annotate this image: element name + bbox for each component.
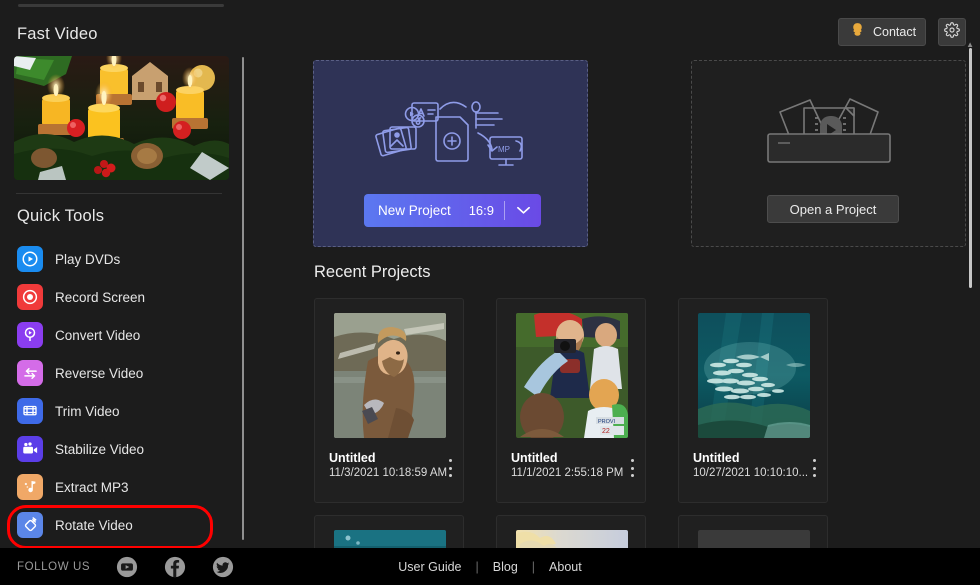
more-vertical-icon[interactable]: [812, 459, 816, 477]
sidebar-item-label: Stabilize Video: [55, 441, 145, 457]
new-project-button-label: New Project: [378, 203, 451, 218]
trim-video-icon: [17, 398, 43, 424]
fast-video-title: Fast Video: [17, 25, 98, 43]
svg-text:PROVI: PROVI: [598, 419, 616, 425]
sidebar-item-extract-mp3[interactable]: Extract MP3: [0, 468, 238, 506]
extract-mp3-icon: [17, 474, 43, 500]
convert-video-icon: [17, 322, 43, 348]
footer-links: User Guide | Blog | About: [0, 560, 980, 574]
main-scrollbar[interactable]: [969, 48, 972, 288]
stabilize-video-icon: [17, 436, 43, 462]
project-card[interactable]: Untitled 11/3/2021 10:18:59 AM: [314, 298, 464, 503]
svg-text:MP: MP: [498, 145, 510, 154]
project-name: Untitled: [511, 451, 558, 465]
chevron-down-icon[interactable]: [505, 206, 541, 215]
sidebar-item-label: Convert Video: [55, 327, 141, 343]
project-name: Untitled: [329, 451, 376, 465]
project-name: Untitled: [693, 451, 740, 465]
record-screen-icon: [17, 284, 43, 310]
fast-video-thumbnail[interactable]: [14, 56, 229, 180]
project-date: 10/27/2021 10:10:10...: [693, 467, 809, 479]
sidebar-item-label: Play DVDs: [55, 251, 121, 267]
footer-link-blog[interactable]: Blog: [479, 560, 532, 574]
main-content: MP New Project 16:9 Open a Project Recen…: [260, 0, 980, 585]
sidebar-item-play-dvds[interactable]: Play DVDs: [0, 240, 238, 278]
open-project-button-label: Open a Project: [789, 201, 877, 217]
new-project-button[interactable]: New Project 16:9: [364, 194, 541, 227]
open-project-button[interactable]: Open a Project: [767, 195, 899, 223]
footer-link-about[interactable]: About: [535, 560, 596, 574]
project-thumbnail: [698, 313, 810, 438]
reverse-video-icon: [17, 360, 43, 386]
sidebar-item-label: Record Screen: [55, 289, 146, 305]
play-dvd-icon: [17, 246, 43, 272]
sidebar-item-trim-video[interactable]: Trim Video: [0, 392, 238, 430]
rotate-video-icon: [17, 512, 43, 538]
sidebar-item-label: Trim Video: [55, 403, 120, 419]
project-date: 11/3/2021 10:18:59 AM: [329, 467, 448, 479]
footer: FOLLOW US User Guide | Blog | About: [0, 548, 980, 585]
project-card[interactable]: Untitled 10/27/2021 10:10:10...: [678, 298, 828, 503]
open-project-folder-illustration: [754, 86, 904, 173]
sidebar-item-label: Reverse Video: [55, 365, 144, 381]
more-vertical-icon[interactable]: [630, 459, 634, 477]
sidebar: Fast Video Quick Tools Play DVDs Record …: [0, 0, 244, 549]
sidebar-item-stabilize-video[interactable]: Stabilize Video: [0, 430, 238, 468]
quick-tools-list: Play DVDs Record Screen Convert Video Re…: [0, 240, 238, 549]
project-thumbnail: [334, 313, 446, 438]
open-project-card[interactable]: Open a Project: [691, 60, 966, 247]
sidebar-item-convert-video[interactable]: Convert Video: [0, 316, 238, 354]
sidebar-item-reverse-video[interactable]: Reverse Video: [0, 354, 238, 392]
quick-tools-title: Quick Tools: [17, 207, 105, 225]
sidebar-item-rotate-video[interactable]: Rotate Video: [0, 505, 238, 549]
sidebar-item-record-screen[interactable]: Record Screen: [0, 278, 238, 316]
project-card[interactable]: PROVI 22 Untitled 11/1/2021 2:55:18 PM: [496, 298, 646, 503]
footer-link-user-guide[interactable]: User Guide: [384, 560, 475, 574]
new-project-card[interactable]: MP New Project 16:9: [313, 60, 588, 247]
sidebar-item-label: Rotate Video: [55, 517, 133, 533]
sidebar-divider: [16, 193, 222, 194]
project-date: 11/1/2021 2:55:18 PM: [511, 467, 624, 479]
new-project-media-illustration: MP: [356, 83, 546, 178]
aspect-ratio-value: 16:9: [468, 203, 494, 218]
more-vertical-icon[interactable]: [448, 459, 452, 477]
svg-text:22: 22: [602, 428, 610, 435]
recent-projects-title: Recent Projects: [314, 263, 431, 281]
sidebar-scrollbar[interactable]: [242, 57, 244, 540]
app-window: Contact Fast Video Quick Tools Play DVDs…: [0, 0, 980, 585]
sidebar-item-label: Extract MP3: [55, 479, 129, 495]
project-thumbnail: PROVI 22: [516, 313, 628, 438]
